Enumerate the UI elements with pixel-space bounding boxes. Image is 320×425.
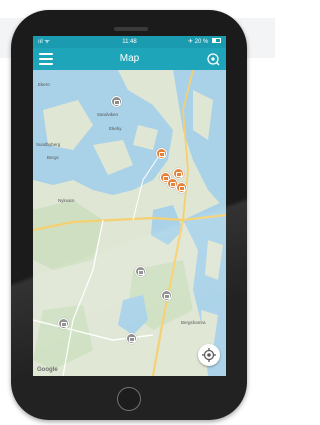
map-background — [33, 70, 226, 376]
phone-home-button — [117, 387, 141, 411]
map-place-label: Nykvarn — [58, 198, 75, 203]
my-location-icon[interactable] — [198, 344, 220, 366]
map-place-label: Sundbyberg — [36, 142, 61, 147]
map-view[interactable]: Ekerö Sandviken Ekeby Sundbyberg Bergs N… — [33, 70, 226, 376]
map-marker[interactable] — [58, 318, 69, 329]
google-attribution: Google — [37, 367, 58, 373]
map-place-label: Bergs — [47, 155, 59, 160]
map-marker-active[interactable] — [156, 148, 167, 159]
map-marker[interactable] — [126, 333, 137, 344]
map-marker-active[interactable] — [176, 182, 187, 193]
map-place-label: Sandviken — [97, 112, 119, 117]
map-place-label: Ekeby — [109, 126, 122, 131]
map-marker[interactable] — [161, 290, 172, 301]
page-title: Map — [119, 53, 140, 64]
map-marker[interactable] — [135, 266, 146, 277]
map-marker-active[interactable] — [173, 168, 184, 179]
map-place-label: Bergshamra — [181, 320, 206, 325]
battery-text: ✈ 20 % — [187, 39, 209, 45]
status-bar: ııl ᯤ 11:48 ✈ 20 % — [33, 36, 226, 48]
app-screen: ııl ᯤ 11:48 ✈ 20 % Map Ekerö Sandviken E… — [33, 36, 226, 376]
search-location-icon[interactable] — [206, 52, 220, 66]
map-marker[interactable] — [111, 96, 122, 107]
battery-indicator: ✈ 20 % — [188, 36, 221, 48]
phone-speaker — [114, 27, 148, 31]
battery-icon — [212, 37, 221, 43]
map-place-label: Ekerö — [38, 82, 50, 87]
app-bar: Map — [33, 48, 226, 70]
phone-frame: ııl ᯤ 11:48 ✈ 20 % Map Ekerö Sandviken E… — [11, 10, 247, 420]
